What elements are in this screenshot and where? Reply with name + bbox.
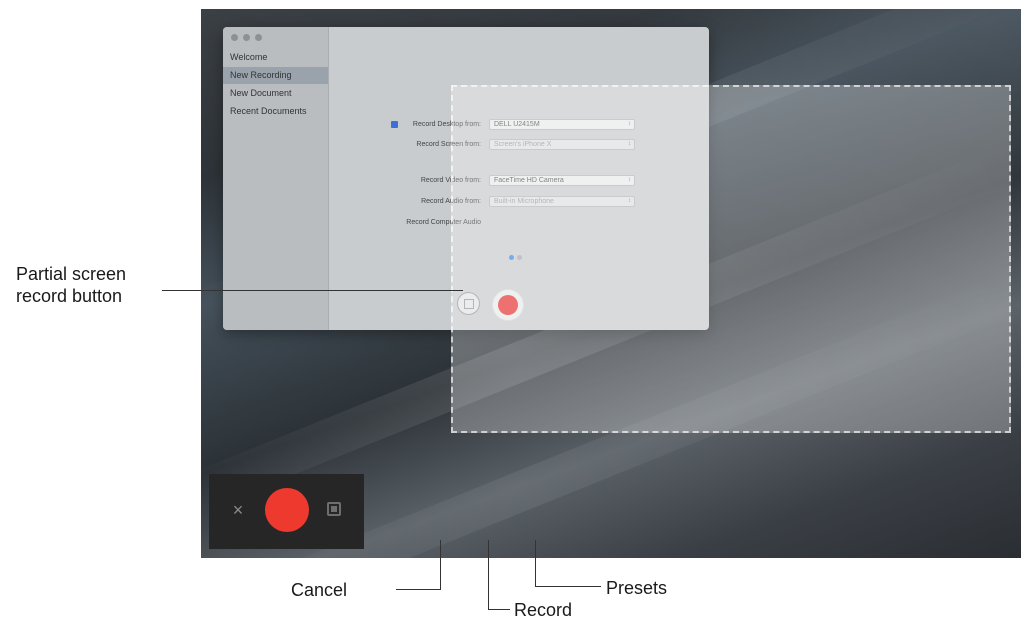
- close-icon[interactable]: ×: [229, 501, 247, 519]
- callout-partial-line2: record button: [16, 286, 123, 306]
- callout-leader-partial: [162, 290, 463, 291]
- sidebar-item-new-recording[interactable]: New Recording: [223, 67, 328, 84]
- record-button[interactable]: [265, 488, 309, 532]
- recording-toolbar: ×: [209, 474, 364, 549]
- window-sidebar: Welcome New Recording New Document Recen…: [223, 27, 329, 330]
- callout-record: Record: [514, 600, 573, 620]
- zoom-window-icon[interactable]: [255, 34, 262, 41]
- sidebar-item-welcome[interactable]: Welcome: [223, 49, 328, 66]
- close-window-icon[interactable]: [231, 34, 238, 41]
- sidebar-item-recent-documents[interactable]: Recent Documents: [223, 103, 328, 120]
- callout-presets: Presets: [606, 578, 668, 598]
- callout-leader-record-v: [488, 540, 489, 610]
- presets-icon[interactable]: [327, 502, 341, 516]
- callout-leader-record-h: [488, 609, 510, 610]
- window-traffic-lights[interactable]: [231, 34, 262, 41]
- callout-leader-cancel-h: [396, 589, 441, 590]
- sidebar-item-new-document[interactable]: New Document: [223, 85, 328, 102]
- selection-area[interactable]: [451, 85, 1011, 433]
- callout-cancel: Cancel: [291, 580, 348, 600]
- callout-leader-cancel-v: [440, 540, 441, 590]
- callout-partial-screen: Partial screen record button: [16, 263, 126, 307]
- minimize-window-icon[interactable]: [243, 34, 250, 41]
- callout-leader-presets-v: [535, 540, 536, 587]
- callout-partial-line1: Partial screen: [16, 264, 127, 284]
- callout-leader-presets-h: [535, 586, 601, 587]
- record-desktop-checkbox[interactable]: [391, 121, 398, 128]
